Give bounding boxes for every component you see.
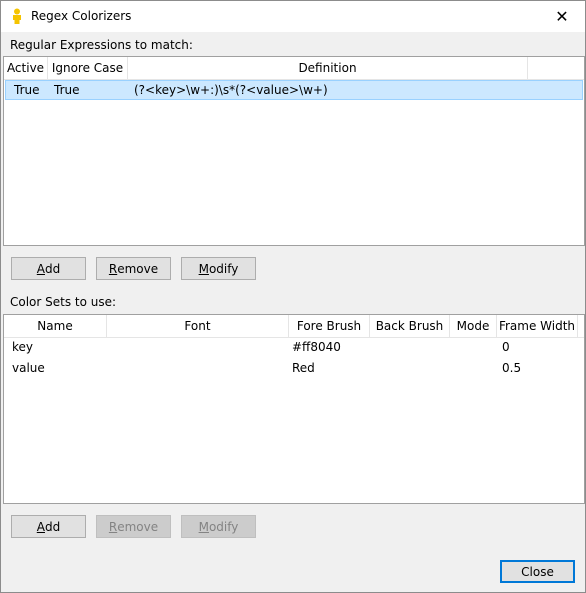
person-icon [13, 8, 21, 24]
column-header-definition[interactable]: Definition [128, 57, 528, 79]
column-header-font[interactable]: Font [107, 315, 289, 337]
cell-ignore-case: True [54, 83, 80, 97]
regex-grid-header: Active Ignore Case Definition [4, 57, 584, 80]
button-label: odify [208, 519, 239, 534]
column-header-fore-brush[interactable]: Fore Brush [289, 315, 370, 337]
button-label: emove [117, 519, 159, 534]
column-header-frame-width[interactable]: Frame Width [497, 315, 578, 337]
colorset-modify-button[interactable]: Modify [181, 515, 256, 538]
cell-frame-width: 0 [502, 340, 510, 354]
button-label: dd [44, 261, 61, 276]
cell-active: True [14, 83, 40, 97]
column-header-back-brush[interactable]: Back Brush [370, 315, 450, 337]
cell-fore-brush: #ff8040 [292, 340, 341, 354]
table-row[interactable]: key #ff8040 0 [5, 338, 583, 358]
mnemonic: A [36, 261, 45, 276]
button-label: dd [44, 519, 61, 534]
close-icon[interactable]: ✕ [539, 1, 585, 32]
regex-colorizers-dialog: Regex Colorizers ✕ Regular Expressions t… [0, 0, 586, 593]
column-header-active[interactable]: Active [4, 57, 48, 79]
column-header-mode[interactable]: Mode [450, 315, 497, 337]
cell-fore-brush: Red [292, 361, 315, 375]
close-button[interactable]: Close [500, 560, 575, 583]
regex-grid[interactable]: Active Ignore Case Definition True True … [3, 56, 585, 246]
cell-name: value [12, 361, 45, 375]
column-header-ignore-case[interactable]: Ignore Case [48, 57, 128, 79]
button-label: odify [208, 261, 239, 276]
window-title: Regex Colorizers [31, 9, 132, 23]
mnemonic: R [108, 261, 118, 276]
mnemonic: A [36, 519, 45, 534]
colorset-remove-button[interactable]: Remove [96, 515, 171, 538]
colorset-add-button[interactable]: Add [11, 515, 86, 538]
colorsets-grid-header: Name Font Fore Brush Back Brush Mode Fra… [4, 315, 584, 338]
regex-remove-button[interactable]: Remove [96, 257, 171, 280]
regex-add-button[interactable]: Add [11, 257, 86, 280]
mnemonic: M [198, 261, 209, 276]
table-row[interactable]: True True (?<key>\w+:)\s*(?<value>\w+) [5, 80, 583, 100]
column-header-name[interactable]: Name [4, 315, 107, 337]
button-label: emove [117, 261, 159, 276]
cell-definition: (?<key>\w+:)\s*(?<value>\w+) [134, 83, 328, 97]
cell-frame-width: 0.5 [502, 361, 522, 375]
table-row[interactable]: value Red 0.5 [5, 359, 583, 379]
title-bar: Regex Colorizers ✕ [1, 1, 585, 32]
colorsets-grid[interactable]: Name Font Fore Brush Back Brush Mode Fra… [3, 314, 585, 504]
colorsets-section-label: Color Sets to use: [10, 295, 117, 309]
regex-section-label: Regular Expressions to match: [10, 38, 193, 52]
mnemonic: M [198, 519, 209, 534]
regex-modify-button[interactable]: Modify [181, 257, 256, 280]
mnemonic: R [108, 519, 118, 534]
cell-name: key [12, 340, 34, 354]
